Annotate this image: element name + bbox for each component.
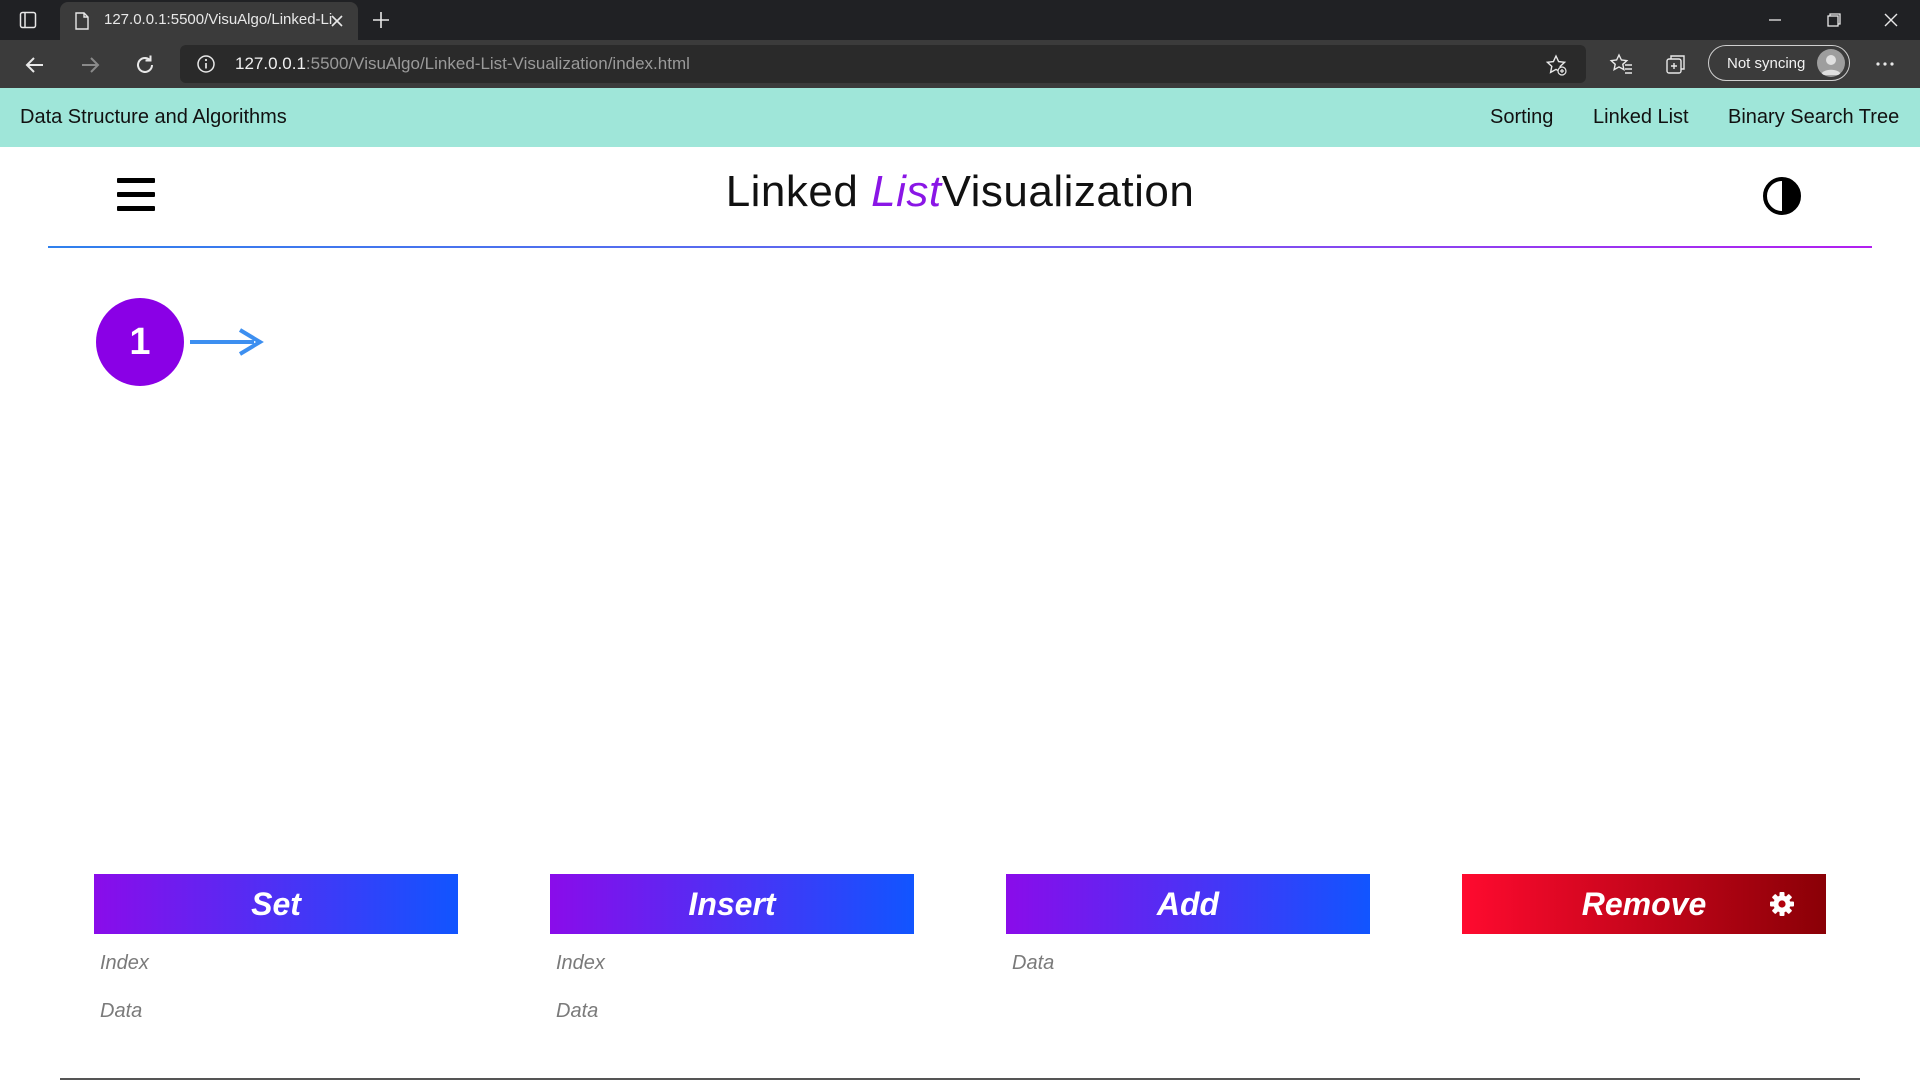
set-index-input[interactable] xyxy=(94,948,400,978)
remove-button-label: Remove xyxy=(1581,885,1707,922)
next-pointer-arrow-icon xyxy=(190,328,264,356)
title-accent: List xyxy=(871,167,942,216)
title-part-2: Visualization xyxy=(941,167,1195,216)
browser-tab-bar: 127.0.0.1:5500/VisuAlgo/Linked-List-Visu… xyxy=(0,0,1920,40)
tab-actions-icon[interactable] xyxy=(18,10,38,30)
minimize-icon[interactable] xyxy=(1762,8,1788,32)
address-bar[interactable]: 127.0.0.1:5500/VisuAlgo/Linked-List-Visu… xyxy=(180,45,1586,83)
theme-toggle-icon[interactable] xyxy=(1762,176,1802,216)
tab-title: 127.0.0.1:5500/VisuAlgo/Linked-List-Visu… xyxy=(104,11,332,28)
profile-sync-button[interactable]: Not syncing xyxy=(1708,45,1850,81)
favorites-icon[interactable] xyxy=(1608,51,1634,77)
nav-link-sorting[interactable]: Sorting xyxy=(1490,106,1553,129)
browser-toolbar: 127.0.0.1:5500/VisuAlgo/Linked-List-Visu… xyxy=(0,40,1920,88)
url-host: 127.0.0.1 xyxy=(235,54,306,73)
remove-button[interactable]: Remove xyxy=(1462,874,1826,934)
gear-icon[interactable] xyxy=(1768,890,1796,918)
back-icon[interactable] xyxy=(22,52,48,78)
set-button[interactable]: Set xyxy=(94,874,458,934)
new-tab-icon[interactable] xyxy=(369,8,393,32)
url-text[interactable]: 127.0.0.1:5500/VisuAlgo/Linked-List-Visu… xyxy=(235,54,690,74)
browser-tab[interactable]: 127.0.0.1:5500/VisuAlgo/Linked-List-Visu… xyxy=(60,2,358,40)
forward-icon[interactable] xyxy=(77,52,103,78)
site-navbar: Data Structure and Algorithms Sorting Li… xyxy=(0,88,1920,147)
close-tab-icon[interactable] xyxy=(328,12,346,30)
refresh-icon[interactable] xyxy=(132,52,158,78)
set-data-input[interactable] xyxy=(94,996,400,1026)
nav-link-linked-list[interactable]: Linked List xyxy=(1593,106,1689,129)
header-divider xyxy=(48,246,1872,248)
insert-data-input[interactable] xyxy=(550,996,856,1026)
insert-index-input[interactable] xyxy=(550,948,856,978)
title-part-1: Linked xyxy=(725,167,859,216)
collections-icon[interactable] xyxy=(1663,51,1689,77)
add-data-input[interactable] xyxy=(1006,948,1312,978)
insert-button[interactable]: Insert xyxy=(550,874,914,934)
add-favorite-icon[interactable] xyxy=(1544,53,1568,77)
add-button[interactable]: Add xyxy=(1006,874,1370,934)
list-node: 1 xyxy=(96,298,184,386)
url-path: :5500/VisuAlgo/Linked-List-Visualization… xyxy=(305,54,690,73)
nav-link-binary-search-tree[interactable]: Binary Search Tree xyxy=(1728,106,1899,129)
sync-status-label: Not syncing xyxy=(1727,55,1806,72)
more-menu-icon[interactable] xyxy=(1872,51,1898,77)
brand-link[interactable]: Data Structure and Algorithms xyxy=(20,106,287,129)
restore-icon[interactable] xyxy=(1820,8,1846,32)
page-title: Linked ListVisualization xyxy=(0,167,1920,217)
site-info-icon[interactable] xyxy=(196,54,216,74)
page-icon xyxy=(75,12,89,30)
avatar xyxy=(1817,49,1845,77)
close-window-icon[interactable] xyxy=(1878,8,1904,32)
